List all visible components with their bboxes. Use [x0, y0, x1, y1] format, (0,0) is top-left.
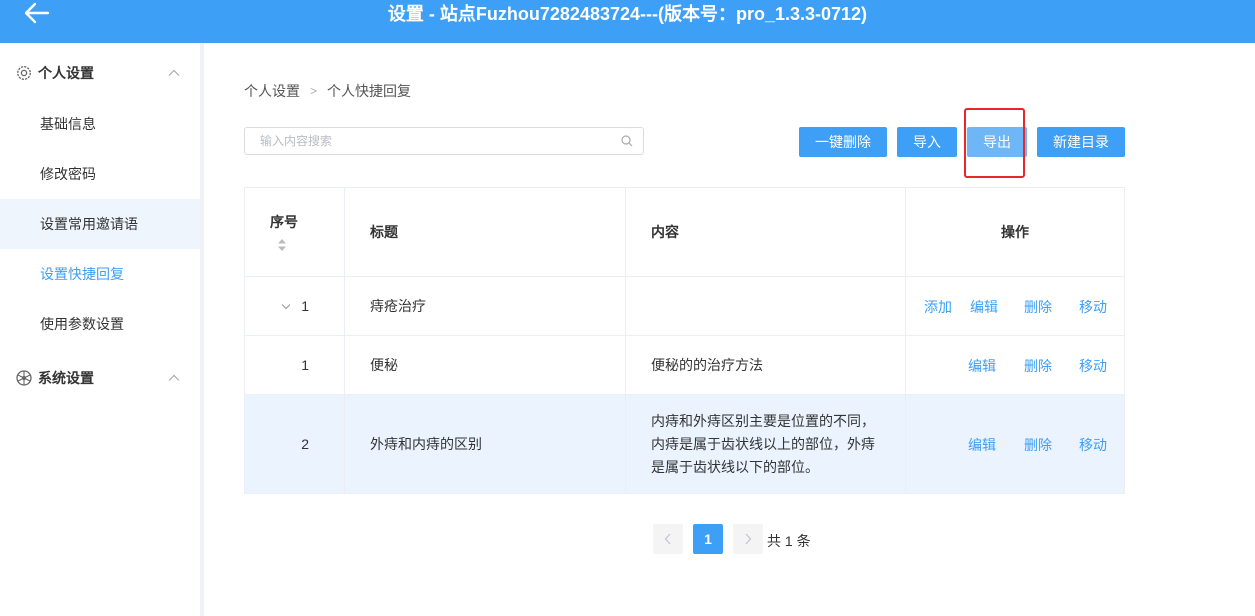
header-index[interactable]: 序号 — [245, 188, 345, 276]
search-input[interactable] — [245, 128, 605, 154]
row-title: 痔疮治疗 — [345, 277, 626, 335]
sidebar: 个人设置 基础信息 修改密码 设置常用邀请语 设置快捷回复 使用参数设置 系统设… — [0, 43, 200, 616]
row-actions: 添加 编辑 删除 移动 — [906, 277, 1125, 335]
breadcrumb-item-personal-settings[interactable]: 个人设置 — [244, 81, 300, 101]
sidebar-group-personal-settings[interactable]: 个人设置 — [0, 48, 200, 98]
next-page-button[interactable] — [733, 524, 763, 554]
top-bar: 设置 - 站点Fuzhou7282483724---(版本号：pro_1.3.3… — [0, 0, 1255, 43]
sidebar-item-basic-info[interactable]: 基础信息 — [0, 99, 200, 149]
table-row[interactable]: 1 便秘 便秘的的治疗方法 编辑 删除 移动 — [245, 336, 1125, 395]
table-row[interactable]: 1 痔疮治疗 添加 编辑 删除 移动 — [245, 277, 1125, 336]
new-directory-button[interactable]: 新建目录 — [1037, 127, 1125, 157]
chevron-up-icon — [168, 374, 180, 381]
header-content: 内容 — [626, 188, 906, 276]
export-button[interactable]: 导出 — [967, 127, 1027, 157]
row-content — [626, 277, 906, 335]
sidebar-item-quick-reply[interactable]: 设置快捷回复 — [0, 249, 200, 299]
chevron-right-icon — [745, 533, 752, 545]
edit-button[interactable]: 编辑 — [968, 435, 996, 455]
chevron-down-icon[interactable] — [281, 303, 291, 310]
sidebar-group-label: 个人设置 — [38, 65, 94, 81]
gear-icon — [17, 66, 31, 80]
sidebar-item-invitation-phrases[interactable]: 设置常用邀请语 — [0, 199, 200, 249]
add-button[interactable]: 添加 — [924, 297, 952, 317]
row-actions: 编辑 删除 移动 — [906, 336, 1125, 394]
header-actions: 操作 — [906, 188, 1125, 276]
page-number-button[interactable]: 1 — [693, 524, 723, 554]
delete-button[interactable]: 删除 — [1024, 297, 1052, 317]
import-button[interactable]: 导入 — [897, 127, 957, 157]
header-title: 标题 — [345, 188, 626, 276]
table-header-row: 序号 标题 内容 操作 — [245, 188, 1125, 277]
move-button[interactable]: 移动 — [1079, 297, 1107, 317]
prev-page-button[interactable] — [653, 524, 683, 554]
sidebar-group-system-settings[interactable]: 系统设置 — [0, 353, 200, 403]
sidebar-item-change-password[interactable]: 修改密码 — [0, 149, 200, 199]
pagination-total: 共 1 条 — [767, 533, 811, 549]
edit-button[interactable]: 编辑 — [968, 356, 996, 376]
sidebar-item-parameter-settings[interactable]: 使用参数设置 — [0, 299, 200, 349]
sort-icon[interactable] — [277, 238, 287, 252]
chevron-up-icon — [168, 69, 180, 76]
breadcrumb: 个人设置 > 个人快捷回复 — [244, 81, 411, 101]
sidebar-group-label: 系统设置 — [38, 370, 94, 386]
search-icon[interactable] — [621, 135, 633, 147]
window-title: 设置 - 站点Fuzhou7282483724---(版本号：pro_1.3.3… — [387, 4, 868, 24]
row-index: 1 — [245, 277, 345, 335]
row-title: 外痔和内痔的区别 — [345, 395, 626, 493]
aperture-icon — [16, 370, 32, 386]
row-index: 1 — [245, 336, 345, 394]
delete-button[interactable]: 删除 — [1024, 435, 1052, 455]
breadcrumb-item-quick-reply: 个人快捷回复 — [327, 83, 412, 99]
delete-button[interactable]: 删除 — [1024, 356, 1052, 376]
search-box — [244, 127, 644, 155]
move-button[interactable]: 移动 — [1079, 356, 1107, 376]
row-index: 2 — [245, 395, 345, 493]
row-content: 内痔和外痔区别主要是位置的不同， 内痔是属于齿状线以上的部位，外痔 是属于齿状线… — [626, 395, 906, 493]
breadcrumb-separator-icon: > — [310, 84, 318, 98]
row-content: 便秘的的治疗方法 — [626, 336, 906, 394]
row-title: 便秘 — [345, 336, 626, 394]
edit-button[interactable]: 编辑 — [970, 297, 998, 317]
delete-all-button[interactable]: 一键删除 — [799, 127, 887, 157]
chevron-left-icon — [664, 533, 671, 545]
table-row[interactable]: 2 外痔和内痔的区别 内痔和外痔区别主要是位置的不同， 内痔是属于齿状线以上的部… — [245, 395, 1125, 494]
row-actions: 编辑 删除 移动 — [906, 395, 1125, 493]
sidebar-divider — [200, 43, 204, 616]
move-button[interactable]: 移动 — [1079, 435, 1107, 455]
quick-reply-table: 序号 标题 内容 操作 1 痔疮治疗 添加 编辑 删除 移动 1 便秘 便秘的的… — [244, 187, 1125, 494]
